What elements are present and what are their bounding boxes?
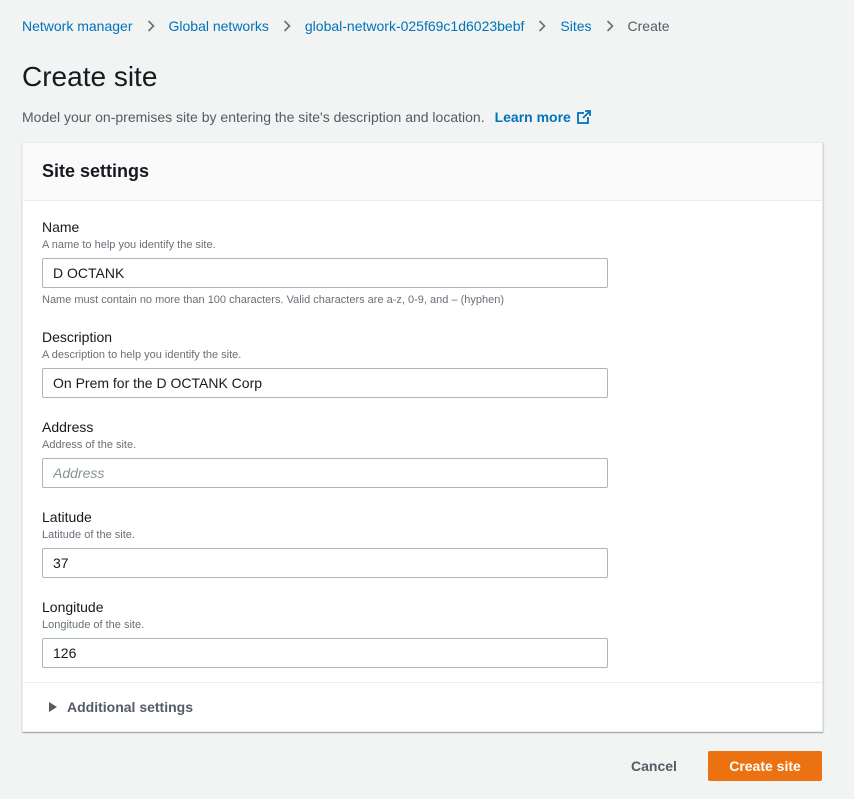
additional-settings-toggle[interactable]: Additional settings — [49, 697, 193, 717]
longitude-label: Longitude — [42, 599, 104, 615]
external-link-icon — [576, 110, 591, 124]
learn-more-link[interactable]: Learn more — [495, 109, 591, 125]
longitude-input[interactable] — [42, 638, 608, 668]
panel-divider — [23, 682, 822, 683]
latitude-input[interactable] — [42, 548, 608, 578]
site-settings-panel: Site settings Name A name to help you id… — [22, 142, 823, 732]
latitude-label: Latitude — [42, 509, 92, 525]
chevron-right-icon — [524, 20, 560, 32]
description-hint: A description to help you identify the s… — [42, 349, 242, 361]
latitude-hint: Latitude of the site. — [42, 529, 135, 541]
chevron-right-icon — [592, 20, 628, 32]
breadcrumb-network-manager[interactable]: Network manager — [22, 18, 133, 34]
longitude-field-group: Longitude Longitude of the site. — [42, 598, 608, 668]
chevron-right-icon — [269, 20, 305, 32]
address-field-group: Address Address of the site. — [42, 418, 608, 488]
name-field-group: Name A name to help you identify the sit… — [42, 218, 608, 307]
name-input[interactable] — [42, 258, 608, 288]
chevron-right-icon — [133, 20, 169, 32]
name-constraint: Name must contain no more than 100 chara… — [42, 294, 505, 306]
caret-right-icon — [49, 702, 57, 712]
name-label: Name — [42, 219, 80, 235]
cancel-button[interactable]: Cancel — [614, 751, 694, 781]
address-hint: Address of the site. — [42, 439, 137, 451]
description-field-group: Description A description to help you id… — [42, 328, 608, 398]
latitude-field-group: Latitude Latitude of the site. — [42, 508, 608, 578]
description-input[interactable] — [42, 368, 608, 398]
longitude-hint: Longitude of the site. — [42, 619, 145, 631]
address-input[interactable] — [42, 458, 608, 488]
panel-header: Site settings — [23, 143, 822, 201]
description-label: Description — [42, 329, 113, 345]
page-title: Create site — [22, 61, 158, 92]
breadcrumb-global-network-id[interactable]: global-network-025f69c1d6023bebf — [305, 18, 525, 34]
breadcrumb-global-networks[interactable]: Global networks — [169, 18, 269, 34]
breadcrumb-current: Create — [627, 18, 670, 34]
additional-settings-label: Additional settings — [67, 699, 193, 715]
breadcrumb: Network manager Global networks global-n… — [22, 16, 670, 36]
address-label: Address — [42, 419, 94, 435]
page-description-row: Model your on-premises site by entering … — [22, 107, 591, 127]
breadcrumb-sites[interactable]: Sites — [560, 18, 591, 34]
name-hint: A name to help you identify the site. — [42, 239, 216, 251]
create-site-button[interactable]: Create site — [708, 751, 822, 781]
learn-more-label: Learn more — [494, 109, 571, 125]
panel-title: Site settings — [42, 161, 150, 181]
page-description: Model your on-premises site by entering … — [22, 109, 485, 125]
